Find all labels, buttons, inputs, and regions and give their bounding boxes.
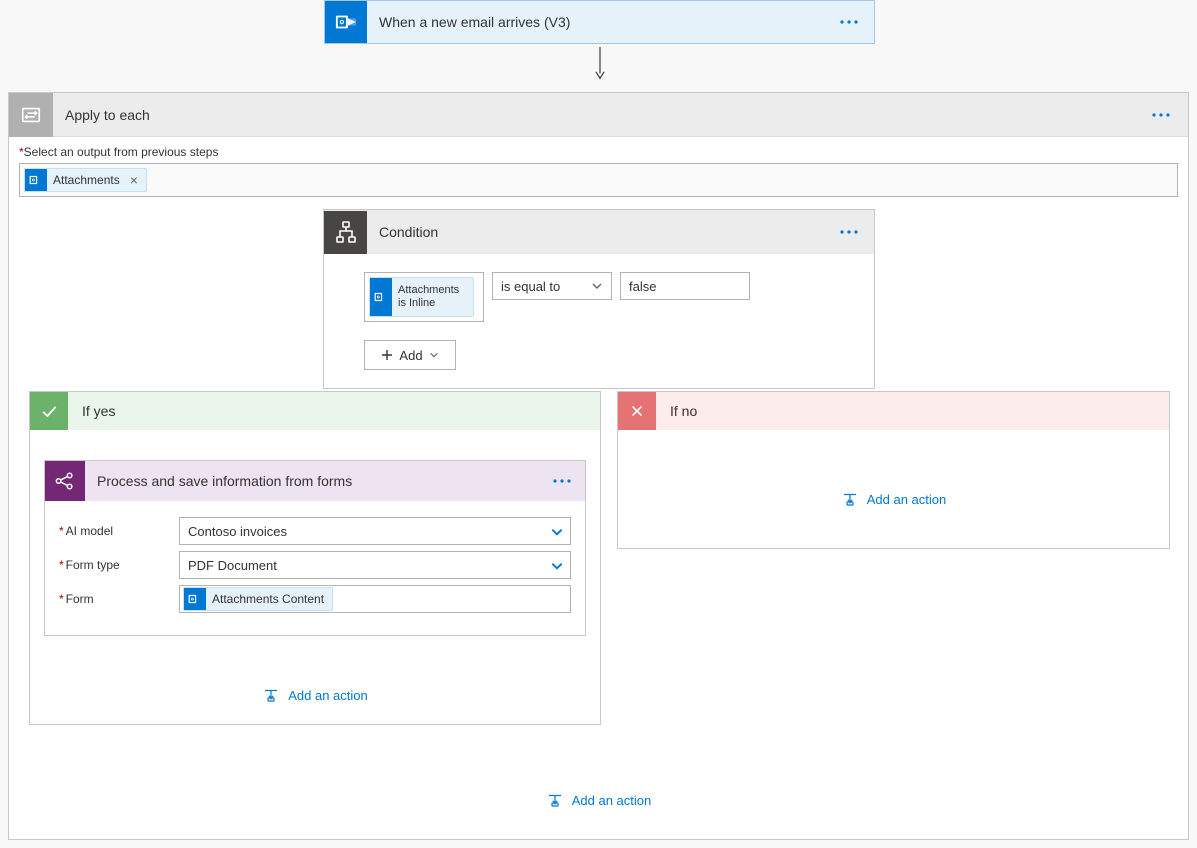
if-no-header[interactable]: If no — [618, 392, 1169, 430]
condition-right-operand[interactable]: false — [620, 272, 750, 300]
foreach-icon — [9, 93, 53, 137]
apply-to-each-container: Apply to each *Select an output from pre… — [8, 92, 1189, 840]
flow-arrow-icon — [594, 47, 606, 80]
trigger-title: When a new email arrives (V3) — [367, 14, 834, 30]
if-no-add-action[interactable]: Add an action — [618, 490, 1169, 508]
apply-to-each-title: Apply to each — [53, 107, 1146, 123]
form-field[interactable]: Attachments Content — [179, 585, 571, 613]
attachments-is-inline-token[interactable]: Attachments is Inline — [369, 277, 474, 317]
process-forms-title: Process and save information from forms — [85, 473, 547, 489]
token-remove-button[interactable]: × — [130, 173, 138, 187]
token-label: Attachments — [53, 173, 120, 187]
add-action-icon — [262, 686, 280, 704]
condition-add-button[interactable]: Add — [364, 340, 456, 370]
condition-icon — [324, 211, 367, 254]
chevron-down-icon — [591, 280, 603, 292]
ai-builder-icon — [45, 461, 85, 501]
process-forms-card: Process and save information from forms … — [44, 460, 586, 636]
if-no-branch: If no Add an action — [617, 391, 1170, 549]
attachments-content-token[interactable]: Attachments Content — [183, 587, 333, 611]
if-no-title: If no — [656, 403, 697, 419]
condition-left-operand[interactable]: Attachments is Inline — [364, 272, 484, 322]
chevron-down-icon — [550, 525, 562, 537]
ai-model-label: *AI model — [59, 524, 179, 538]
close-icon — [618, 392, 656, 430]
outlook-icon — [25, 169, 47, 191]
condition-header[interactable]: Condition — [324, 210, 874, 254]
trigger-menu-button[interactable] — [834, 7, 864, 37]
select-output-label: *Select an output from previous steps — [9, 137, 1188, 159]
condition-operator-select[interactable]: is equal to — [492, 272, 612, 300]
add-action-icon — [841, 490, 859, 508]
process-forms-menu-button[interactable] — [547, 466, 577, 496]
condition-title: Condition — [367, 224, 834, 240]
outlook-icon — [370, 278, 392, 316]
form-type-label: *Form type — [59, 558, 179, 572]
if-yes-branch: If yes Process and save information from… — [29, 391, 601, 725]
flow-designer-canvas: When a new email arrives (V3) Apply to e… — [0, 0, 1197, 848]
ai-model-select[interactable]: Contoso invoices — [179, 517, 571, 545]
if-yes-header[interactable]: If yes — [30, 392, 600, 430]
chevron-down-icon — [429, 350, 439, 360]
if-yes-title: If yes — [68, 403, 115, 419]
process-forms-header[interactable]: Process and save information from forms — [45, 461, 585, 501]
outlook-icon — [325, 1, 367, 43]
condition-menu-button[interactable] — [834, 217, 864, 247]
condition-row: Attachments is Inline is equal to false — [364, 272, 834, 322]
plus-icon — [381, 349, 393, 361]
apply-to-each-add-action[interactable]: Add an action — [9, 791, 1188, 809]
select-output-field[interactable]: Attachments × — [19, 163, 1178, 197]
form-type-select[interactable]: PDF Document — [179, 551, 571, 579]
outlook-icon — [184, 588, 206, 610]
form-label: *Form — [59, 592, 179, 606]
chevron-down-icon — [550, 559, 562, 571]
if-yes-add-action[interactable]: Add an action — [30, 686, 600, 704]
checkmark-icon — [30, 392, 68, 430]
trigger-card[interactable]: When a new email arrives (V3) — [324, 0, 875, 44]
condition-card: Condition Attachments is Inlin — [323, 209, 875, 389]
apply-to-each-header[interactable]: Apply to each — [9, 93, 1188, 137]
apply-to-each-menu-button[interactable] — [1146, 100, 1176, 130]
attachments-token[interactable]: Attachments × — [24, 168, 147, 192]
add-action-icon — [546, 791, 564, 809]
